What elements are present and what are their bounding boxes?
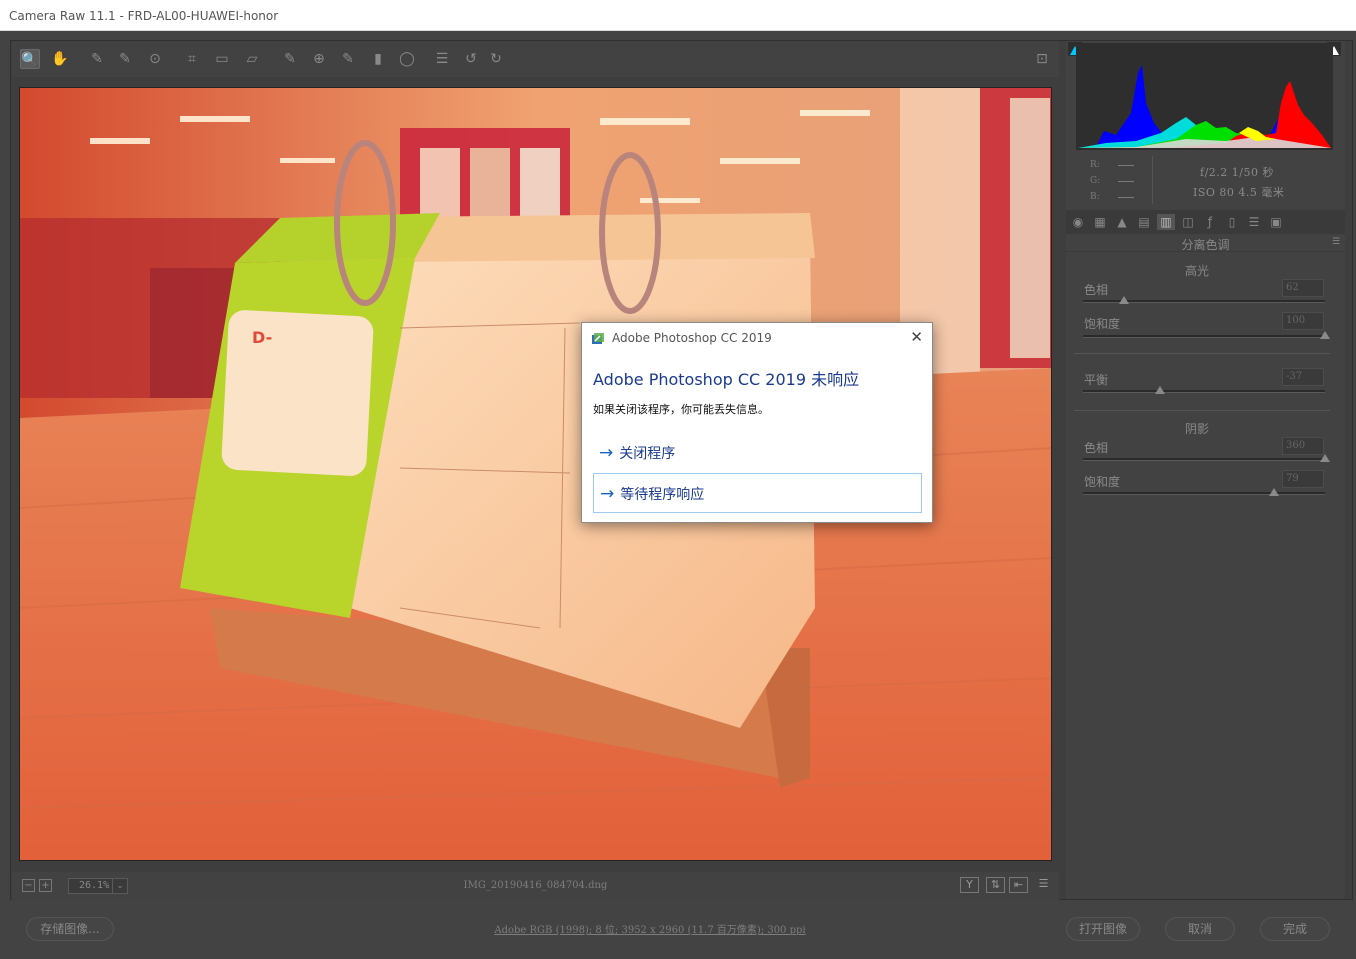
workflow-options-link[interactable]: Adobe RGB (1998); 8 位; 3952 x 2960 (11.7… xyxy=(400,921,900,936)
svg-text:D-: D- xyxy=(252,328,272,347)
adjustment-brush-icon[interactable]: ✎ xyxy=(338,49,358,69)
close-program-label: 关闭程序 xyxy=(619,446,676,462)
balance-thumb[interactable] xyxy=(1155,386,1166,394)
shadows-section-title: 阴影 xyxy=(1184,422,1209,436)
photoshop-app-icon xyxy=(591,331,605,345)
g-value-dash xyxy=(1118,181,1134,182)
rotate-ccw-icon[interactable]: ↺ xyxy=(461,49,481,69)
shadows-saturation-label: 饱和度 xyxy=(1084,475,1121,489)
copy-settings-icon[interactable]: ⇤ xyxy=(1009,877,1028,893)
wait-for-program-option[interactable]: → 等待程序响应 xyxy=(593,473,922,513)
tab-effects-icon[interactable]: ƒ xyxy=(1201,214,1219,230)
highlights-hue-value[interactable]: 62 xyxy=(1282,279,1324,297)
arrow-right-icon: → xyxy=(600,484,615,504)
radial-filter-icon[interactable]: ◯ xyxy=(397,49,417,69)
rgb-readout: R: G: B: f/2.2 1/50 秒 ISO 80 4.5 毫米 xyxy=(1070,152,1343,208)
color-sampler-tool-icon[interactable]: ✎ xyxy=(115,49,135,69)
preview-status-bar: − + 26.1% ⌄ IMG_20190416_084704.dng Y ⇅ … xyxy=(12,872,1059,900)
zoom-tool-icon[interactable]: 🔍 xyxy=(20,49,40,69)
g-label: G: xyxy=(1090,176,1101,186)
fullscreen-icon[interactable]: ⊡ xyxy=(1032,49,1052,69)
graduated-filter-icon[interactable]: ▮ xyxy=(368,49,388,69)
tab-lens-icon[interactable]: ◫ xyxy=(1179,214,1197,230)
highlights-hue-label: 色相 xyxy=(1084,283,1109,297)
shadows-saturation-thumb[interactable] xyxy=(1269,488,1280,496)
swap-settings-icon[interactable]: ⇅ xyxy=(986,877,1005,893)
transform-tool-icon[interactable]: ▱ xyxy=(242,49,262,69)
dialog-title: Adobe Photoshop CC 2019 xyxy=(612,331,772,345)
targeted-adjustment-tool-icon[interactable]: ⊙ xyxy=(145,49,165,69)
hand-tool-icon[interactable]: ✋ xyxy=(50,49,70,69)
balance-label: 平衡 xyxy=(1084,373,1109,387)
close-program-option[interactable]: → 关闭程序 xyxy=(593,433,922,473)
wait-for-program-label: 等待程序响应 xyxy=(620,487,705,503)
rgb-divider xyxy=(1152,156,1153,204)
file-name: IMG_20190416_084704.dng xyxy=(463,880,608,891)
not-responding-dialog: Adobe Photoshop CC 2019 ✕ Adobe Photosho… xyxy=(581,322,933,523)
shadows-hue-value[interactable]: 360 xyxy=(1282,437,1324,455)
histogram xyxy=(1076,43,1333,150)
b-label: B: xyxy=(1090,192,1100,202)
tab-detail-icon[interactable]: ▲ xyxy=(1113,214,1131,230)
section-divider xyxy=(1074,353,1330,354)
preferences-icon[interactable]: ☰ xyxy=(432,49,452,69)
dialog-heading: Adobe Photoshop CC 2019 未响应 xyxy=(593,370,860,389)
b-value-dash xyxy=(1118,197,1134,198)
highlights-hue-thumb[interactable] xyxy=(1119,296,1130,304)
shadows-saturation-value[interactable]: 79 xyxy=(1282,470,1324,488)
preview-settings-icon[interactable]: ☰ xyxy=(1034,877,1053,893)
highlights-section-title: 高光 xyxy=(1184,264,1209,278)
tab-snapshots-icon[interactable]: ▣ xyxy=(1267,214,1285,230)
r-label: R: xyxy=(1090,160,1100,170)
section-divider xyxy=(1074,410,1330,411)
arrow-right-icon: → xyxy=(599,443,614,463)
highlights-saturation-value[interactable]: 100 xyxy=(1282,312,1324,330)
close-icon[interactable]: ✕ xyxy=(910,328,923,346)
highlights-saturation-slider[interactable] xyxy=(1083,331,1330,339)
dialog-message: 如果关闭该程序，你可能丢失信息。 xyxy=(593,403,769,416)
highlights-hue-slider[interactable] xyxy=(1083,296,1325,304)
red-eye-removal-tool-icon[interactable]: ⊕ xyxy=(309,49,329,69)
panel-menu-icon[interactable]: ☰ xyxy=(1331,237,1341,247)
tab-split-toning-icon[interactable]: ▥ xyxy=(1157,214,1175,230)
tab-presets-icon[interactable]: ☰ xyxy=(1245,214,1263,230)
shadows-hue-label: 色相 xyxy=(1084,441,1109,455)
rotate-cw-icon[interactable]: ↻ xyxy=(486,49,506,69)
tab-calibration-icon[interactable]: ▯ xyxy=(1223,214,1241,230)
balance-slider[interactable] xyxy=(1083,386,1325,394)
r-value-dash xyxy=(1118,165,1134,166)
aperture-shutter: f/2.2 1/50 秒 xyxy=(1200,166,1274,179)
highlights-saturation-label: 饱和度 xyxy=(1084,317,1121,331)
balance-value[interactable]: -37 xyxy=(1282,368,1324,386)
tab-tone-curve-icon[interactable]: ▦ xyxy=(1091,214,1109,230)
tab-basic-icon[interactable]: ◉ xyxy=(1069,214,1087,230)
crop-tool-icon[interactable]: ⌗ xyxy=(182,49,202,69)
iso-focal-length: ISO 80 4.5 毫米 xyxy=(1193,186,1285,199)
open-image-button[interactable]: 打开图像 xyxy=(1066,917,1140,941)
panel-title-text: 分离色调 xyxy=(1181,238,1230,252)
panel-title: 分离色调 ☰ xyxy=(1066,236,1345,252)
spot-removal-tool-icon[interactable]: ✎ xyxy=(280,49,300,69)
tab-hsl-icon[interactable]: ▤ xyxy=(1135,214,1153,230)
shadows-saturation-slider[interactable] xyxy=(1083,488,1325,496)
save-image-button[interactable]: 存储图像... xyxy=(26,917,114,941)
panel-tabs: ◉ ▦ ▲ ▤ ▥ ◫ ƒ ▯ ☰ ▣ xyxy=(1066,210,1345,234)
shadows-hue-slider[interactable] xyxy=(1083,454,1330,462)
done-button[interactable]: 完成 xyxy=(1260,917,1330,941)
highlights-saturation-thumb[interactable] xyxy=(1320,331,1330,339)
shadows-hue-thumb[interactable] xyxy=(1320,454,1330,462)
window-title: Camera Raw 11.1 - FRD-AL00-HUAWEI-honor xyxy=(0,0,1356,31)
straighten-tool-icon[interactable]: ▭ xyxy=(212,49,232,69)
before-after-view-icon[interactable]: Y xyxy=(960,877,979,893)
toolbar: 🔍 ✋ ✎ ✎ ⊙ ⌗ ▭ ▱ ✎ ⊕ ✎ ▮ ◯ ☰ ↺ ↻ ⊡ xyxy=(12,41,1059,77)
cancel-button[interactable]: 取消 xyxy=(1165,917,1235,941)
white-balance-tool-icon[interactable]: ✎ xyxy=(87,49,107,69)
